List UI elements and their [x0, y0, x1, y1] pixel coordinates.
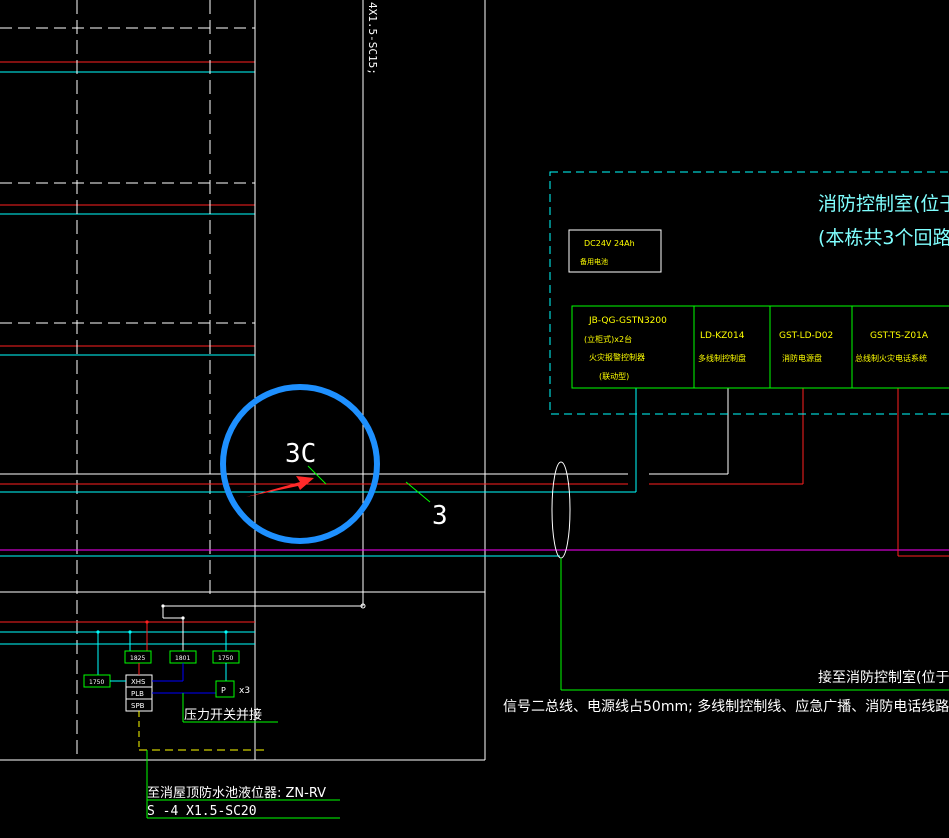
left-bus-lines	[0, 27, 255, 356]
route-label: 接至消防控制室(位于	[818, 669, 949, 686]
panel3-line2: 消防电源盘	[782, 353, 822, 363]
battery-line2: 备用电池	[580, 257, 608, 266]
module-1750a: 1750	[89, 679, 104, 686]
cad-drawing-canvas: 4X1.5-SC15; 3 3C 消防控制室(位于 (本栋共3个回路) DC24…	[0, 0, 949, 819]
level-sensor-line2: S -4 X1.5-SC20	[147, 804, 257, 819]
callout-label: 3C	[285, 439, 316, 469]
panel2-line2: 多线制控制盘	[698, 353, 746, 363]
cable-bundle	[551, 461, 949, 691]
trunk-lines	[0, 473, 949, 557]
panel4-line2: 总线制火灾电话系统	[855, 353, 927, 363]
panel1-line1: JB-QG-GSTN3200	[588, 316, 667, 326]
wire-count-marker: 3	[405, 481, 448, 531]
control-room-loops: (本栋共3个回路)	[818, 227, 949, 249]
module-plb: PLB	[131, 690, 144, 698]
panel3-line1: GST-LD-D02	[779, 331, 833, 341]
control-room-title: 消防控制室(位于1#	[818, 193, 949, 215]
control-room: 消防控制室(位于1# (本栋共3个回路) DC24V 24Ah 备用电池 JB-…	[549, 171, 949, 415]
panel1-line2: (立柜式)x2台	[584, 334, 632, 344]
riser: 4X1.5-SC15;	[163, 0, 379, 609]
pressure-switch-icon: P	[221, 686, 226, 695]
panel1-line3: 火灾报警控制器	[589, 352, 645, 362]
panel1-line4: (联动型)	[599, 371, 629, 381]
route-notes: 接至消防控制室(位于 信号二总线、电源线占50mm; 多线制控制线、应急广播、消…	[503, 669, 949, 715]
panel4-line1: GST-TS-Z01A	[870, 331, 929, 341]
wire-count-label: 3	[432, 501, 448, 531]
axis-lines	[76, 0, 211, 760]
panel2-line1: LD-KZ014	[700, 331, 745, 341]
panel-drops	[635, 388, 949, 557]
pressure-switch-label: 压力开关并接	[184, 707, 262, 723]
module-1801: 1801	[175, 655, 190, 662]
level-sensor-note: 至消屋顶防水池液位器: ZN-RV S -4 X1.5-SC20	[147, 785, 326, 819]
red-arrow-icon	[246, 476, 314, 497]
module-1750b: 1750	[218, 655, 233, 662]
module-xhs: XHS	[131, 678, 146, 686]
level-sensor-line1: 至消屋顶防水池液位器: ZN-RV	[147, 785, 326, 801]
pressure-multiplier: x3	[239, 686, 250, 696]
riser-label: 4X1.5-SC15;	[366, 2, 379, 75]
module-spb: SPB	[131, 702, 145, 710]
battery-line1: DC24V 24Ah	[584, 239, 635, 248]
callout-annotation: 3C	[220, 384, 380, 544]
module-1825: 1825	[130, 655, 145, 662]
route-note: 信号二总线、电源线占50mm; 多线制控制线、应急广播、消防电话线路各占	[503, 698, 949, 715]
wall-outlines	[0, 0, 486, 761]
